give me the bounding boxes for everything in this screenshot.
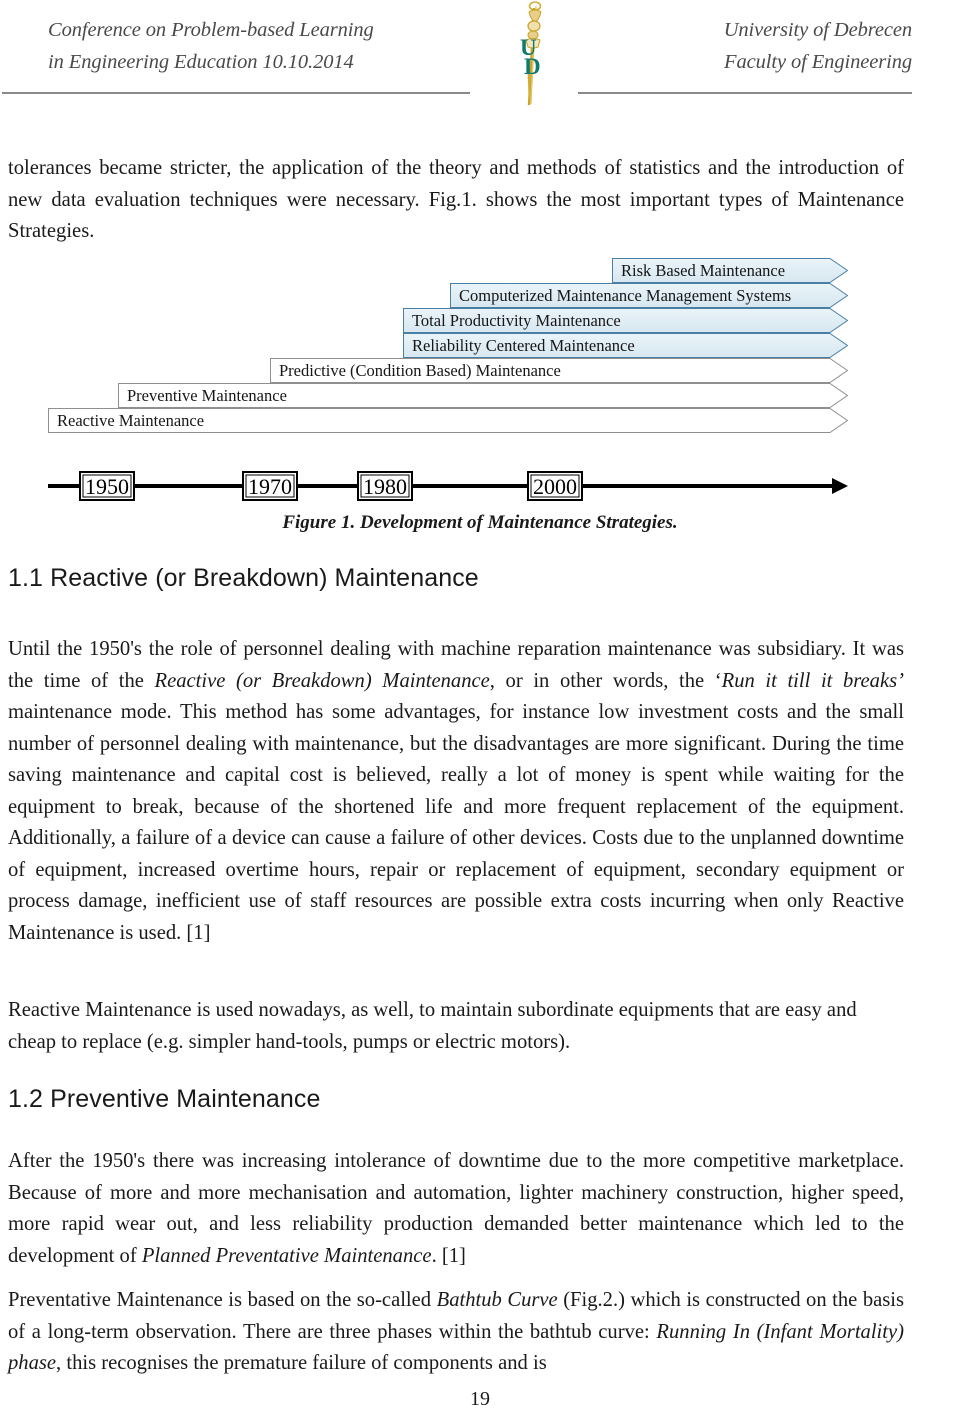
timeline-year-label: 1970 xyxy=(248,474,292,499)
header-university-line1: University of Debrecen xyxy=(723,19,912,41)
arrow-bar: Risk Based Maintenance xyxy=(612,258,848,283)
emphasis-run-it-till-it-breaks: Run it till it breaks’ xyxy=(721,669,904,692)
arrow-bar-label: Risk Based Maintenance xyxy=(621,261,786,280)
timeline-year-label: 1980 xyxy=(363,474,407,499)
arrow-bar: Preventive Maintenance xyxy=(118,383,848,408)
emphasis-bathtub-curve: Bathtub Curve xyxy=(436,1289,558,1311)
arrow-bar: Predictive (Condition Based) Maintenance xyxy=(270,358,848,383)
text-run: , this recognises the premature failure … xyxy=(56,1352,547,1374)
paragraph-1-2-b: Preventative Maintenance is based on the… xyxy=(8,1285,904,1380)
timeline-year-marker: 1970 xyxy=(242,471,298,501)
paragraph-intro: tolerances became stricter, the applicat… xyxy=(8,157,904,242)
arrow-bar-label: Total Productivity Maintenance xyxy=(412,311,621,330)
header-conference-line2: in Engineering Education 10.10.2014 xyxy=(48,51,354,73)
page-number: 19 xyxy=(470,1388,490,1410)
paragraph-1-2-a: After the 1950's there was increasing in… xyxy=(8,1146,904,1272)
arrow-bar-label: Computerized Maintenance Management Syst… xyxy=(459,286,792,305)
header-conference-line1: Conference on Problem-based Learning xyxy=(48,19,374,41)
text-run: maintenance mode. This method has some a… xyxy=(8,701,904,944)
page-header: Conference on Problem-based Learning in … xyxy=(0,0,960,110)
text-run: , or in other words, the ‘ xyxy=(489,669,722,692)
header-rule-left xyxy=(2,92,470,94)
arrow-bar-label: Predictive (Condition Based) Maintenance xyxy=(279,361,561,380)
heading-section-1-2: 1.2 Preventive Maintenance xyxy=(8,1085,321,1113)
header-right-block: University of Debrecen Faculty of Engine… xyxy=(572,14,912,78)
figure-caption: Figure 1. Development of Maintenance Str… xyxy=(282,512,678,533)
timeline-year-marker: 2000 xyxy=(527,471,583,501)
header-university-line2: Faculty of Engineering xyxy=(724,51,912,73)
timeline-year-marker: 1950 xyxy=(79,471,135,501)
figure-timeline: 1950 1970 1980 2000 xyxy=(0,463,960,509)
header-left-block: Conference on Problem-based Learning in … xyxy=(48,14,478,78)
heading-section-1-1: 1.1 Reactive (or Breakdown) Maintenance xyxy=(8,564,479,592)
emphasis-reactive-maintenance: Reactive (or Breakdown) Maintenance xyxy=(154,669,490,692)
arrow-bar-label: Preventive Maintenance xyxy=(127,386,287,405)
text-run: Preventative Maintenance is based on the… xyxy=(8,1289,437,1311)
arrow-bar: Computerized Maintenance Management Syst… xyxy=(450,283,848,308)
emphasis-planned-preventative-maintenance: Planned Preventative Maintenance xyxy=(141,1244,432,1267)
university-logo: U D xyxy=(498,0,564,112)
university-logo-icon: U D xyxy=(520,1,542,108)
header-rule-right xyxy=(578,92,912,94)
timeline-arrowhead-icon xyxy=(832,478,848,494)
timeline-year-label: 1950 xyxy=(85,474,129,499)
arrow-bar: Reliability Centered Maintenance xyxy=(403,333,848,358)
arrow-bar: Total Productivity Maintenance xyxy=(403,308,848,333)
text-run: . [1] xyxy=(431,1244,466,1267)
paragraph-1-1-a: Until the 1950's the role of personnel d… xyxy=(8,634,904,949)
figure-1: Risk Based Maintenance Computerized Maint… xyxy=(0,258,960,508)
timeline-axis-icon: 1950 1970 1980 2000 xyxy=(48,471,848,501)
timeline-year-label: 2000 xyxy=(533,474,577,499)
arrow-bar-label: Reliability Centered Maintenance xyxy=(412,336,635,355)
arrow-bar: Reactive Maintenance xyxy=(48,408,848,433)
timeline-year-marker: 1980 xyxy=(357,471,413,501)
paragraph-1-1-b: Reactive Maintenance is used nowadays, a… xyxy=(8,999,857,1053)
logo-letter-d: D xyxy=(524,54,541,79)
arrow-bar-label: Reactive Maintenance xyxy=(57,411,205,430)
